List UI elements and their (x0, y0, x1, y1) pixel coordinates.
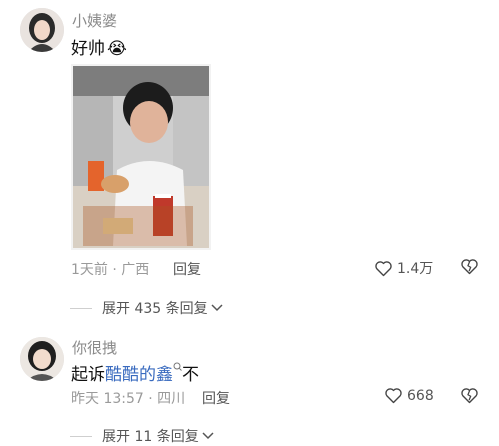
avatar[interactable] (20, 8, 64, 52)
like-button[interactable]: 668 (384, 387, 434, 404)
comment-username[interactable]: 小姨婆 (72, 10, 117, 31)
avatar-image (20, 8, 64, 52)
chevron-down-icon (202, 432, 214, 440)
reply-button[interactable]: 回复 (202, 388, 230, 408)
divider-line (70, 307, 92, 309)
comment-text-suffix: 不 (182, 365, 199, 385)
comment-text-content: 好帅 (71, 39, 105, 59)
like-count: 668 (407, 387, 434, 404)
like-button[interactable]: 1.4万 (374, 258, 433, 278)
divider-line (70, 435, 92, 437)
user-mention-link[interactable]: 酷酷的鑫 (105, 365, 173, 385)
expand-replies-label: 展开 11 条回复 (102, 429, 199, 445)
broken-heart-icon (461, 259, 478, 275)
comment-text: 好帅 😭 (71, 34, 127, 59)
comment-text: 起诉酷酷的鑫不 (71, 360, 199, 385)
avatar[interactable] (20, 337, 64, 381)
expand-replies-button[interactable]: 展开 11 条回复 (70, 426, 214, 446)
heart-icon (375, 260, 392, 276)
dislike-button[interactable] (460, 387, 479, 408)
comment-time-location: 昨天 13:57 · 四川 (71, 391, 186, 407)
comment-text-prefix: 起诉 (71, 365, 105, 385)
reply-button[interactable]: 回复 (173, 259, 201, 279)
chevron-down-icon (211, 304, 223, 312)
comment-username[interactable]: 你很拽 (72, 337, 117, 358)
expand-replies-button[interactable]: 展开 435 条回复 (70, 298, 223, 318)
avatar-image (20, 337, 64, 381)
dislike-button[interactable] (460, 258, 479, 279)
photo-image (73, 66, 209, 248)
expand-replies-label: 展开 435 条回复 (102, 301, 208, 317)
like-count: 1.4万 (397, 261, 434, 277)
comment-image[interactable] (71, 64, 211, 250)
search-icon (173, 362, 182, 371)
broken-heart-icon (461, 388, 478, 404)
heart-icon (385, 388, 402, 404)
crying-emoji: 😭 (107, 39, 127, 59)
comment-time-location: 1天前 · 广西 (71, 262, 150, 278)
